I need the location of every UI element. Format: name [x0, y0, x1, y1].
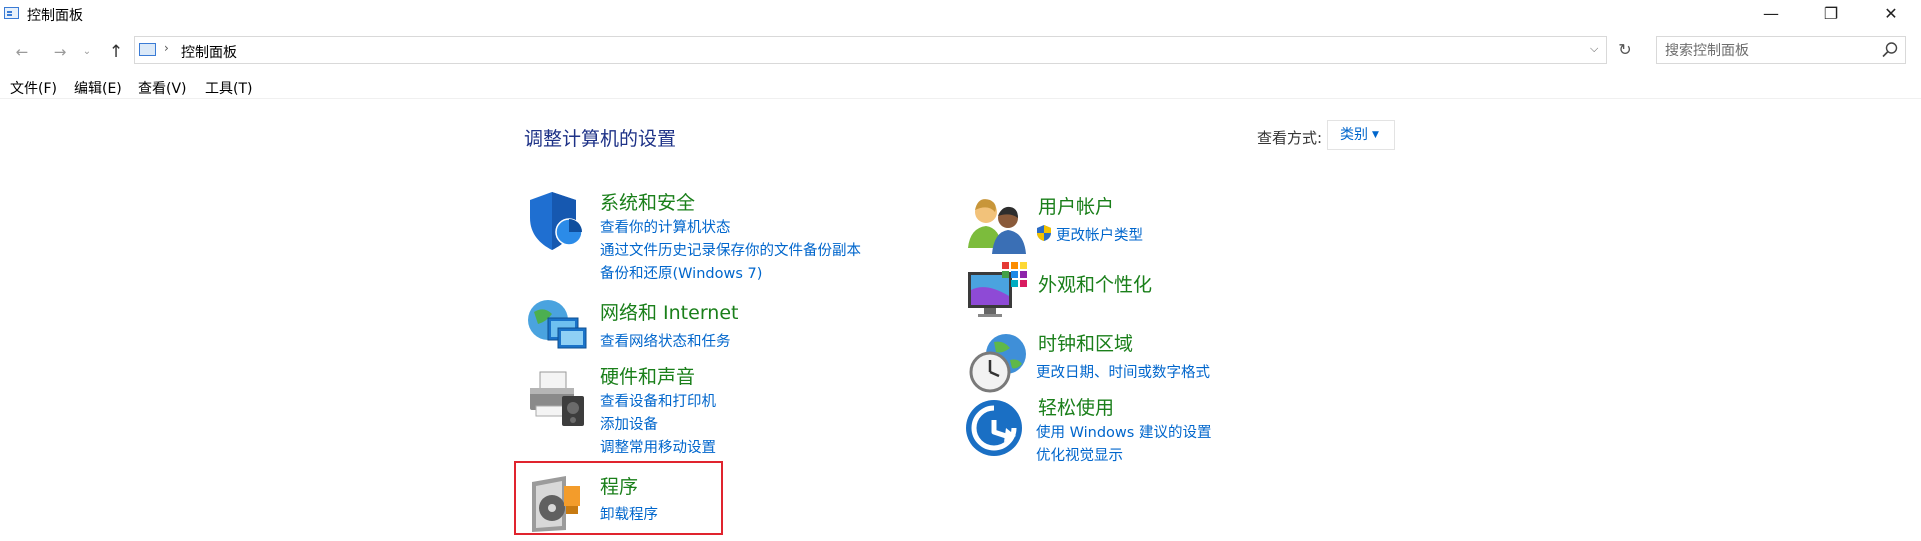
breadcrumb-control-panel[interactable]: 控制面板	[181, 42, 237, 62]
minimize-button[interactable]: —	[1741, 0, 1801, 28]
category-user-accounts[interactable]: 用户帐户	[1038, 192, 1114, 219]
clock-globe-icon[interactable]	[966, 330, 1030, 394]
close-button[interactable]: ✕	[1861, 0, 1921, 28]
page-title: 调整计算机的设置	[524, 128, 677, 150]
link-file-history[interactable]: 通过文件历史记录保存你的文件备份副本	[600, 239, 861, 260]
view-by-label: 查看方式:	[1257, 129, 1323, 147]
uac-shield-icon	[1037, 225, 1051, 241]
maximize-button[interactable]: ❐	[1801, 0, 1861, 28]
category-appearance[interactable]: 外观和个性化	[1038, 270, 1152, 297]
menu-tools[interactable]: 工具(T)	[205, 78, 252, 98]
link-backup-restore[interactable]: 备份和还原(Windows 7)	[600, 262, 762, 283]
menu-file[interactable]: 文件(F)	[10, 78, 57, 98]
recent-locations-button[interactable]: ⌄	[80, 40, 94, 64]
category-network-internet[interactable]: 网络和 Internet	[600, 298, 738, 325]
divider	[0, 98, 1921, 99]
search-input[interactable]	[1658, 38, 1877, 64]
link-change-account-type[interactable]: 更改帐户类型	[1056, 224, 1143, 245]
appearance-icon[interactable]	[966, 260, 1030, 324]
printer-icon[interactable]	[524, 366, 588, 430]
back-button[interactable]: ←	[10, 40, 34, 64]
breadcrumb-separator-icon[interactable]: ›	[164, 41, 169, 55]
link-optimize-visual-display[interactable]: 优化视觉显示	[1036, 444, 1123, 465]
search-icon[interactable]	[1881, 41, 1899, 59]
menu-view[interactable]: 查看(V)	[138, 78, 187, 98]
forward-button[interactable]: →	[48, 40, 72, 64]
view-by-value: 类别	[1340, 127, 1368, 143]
ease-of-access-icon[interactable]	[966, 398, 1030, 462]
refresh-button[interactable]: ↻	[1612, 37, 1638, 63]
link-date-time-format[interactable]: 更改日期、时间或数字格式	[1036, 361, 1210, 382]
up-button[interactable]: ↑	[104, 40, 128, 64]
shield-icon[interactable]	[524, 188, 588, 252]
link-add-device[interactable]: 添加设备	[600, 413, 658, 434]
menu-edit[interactable]: 编辑(E)	[74, 78, 122, 98]
category-hardware-sound[interactable]: 硬件和声音	[600, 362, 695, 389]
control-panel-icon	[139, 43, 156, 56]
link-uninstall-program[interactable]: 卸载程序	[600, 503, 658, 524]
category-ease-of-access[interactable]: 轻松使用	[1038, 393, 1114, 420]
category-programs[interactable]: 程序	[600, 472, 638, 499]
category-system-security[interactable]: 系统和安全	[600, 188, 695, 215]
view-by-dropdown[interactable]: 类别 ▼	[1327, 120, 1395, 150]
address-bar[interactable]: › 控制面板 ⌵	[134, 36, 1607, 64]
caret-down-icon: ▼	[1372, 130, 1379, 140]
search-box[interactable]	[1656, 36, 1906, 64]
chevron-down-icon[interactable]: ⌵	[1590, 42, 1598, 56]
link-view-computer-status[interactable]: 查看你的计算机状态	[600, 216, 731, 237]
link-mobility-settings[interactable]: 调整常用移动设置	[600, 436, 716, 457]
link-devices-printers[interactable]: 查看设备和打印机	[600, 390, 716, 411]
window-title: 控制面板	[27, 8, 83, 24]
user-accounts-icon[interactable]	[966, 192, 1030, 256]
control-panel-icon	[4, 7, 19, 19]
network-globe-icon[interactable]	[524, 292, 588, 356]
category-clock-region[interactable]: 时钟和区域	[1038, 329, 1133, 356]
programs-icon[interactable]	[526, 472, 590, 536]
link-network-status[interactable]: 查看网络状态和任务	[600, 330, 731, 351]
link-windows-recommended-settings[interactable]: 使用 Windows 建议的设置	[1036, 421, 1211, 442]
title-bar: 控制面板 — ❐ ✕	[0, 0, 1921, 28]
